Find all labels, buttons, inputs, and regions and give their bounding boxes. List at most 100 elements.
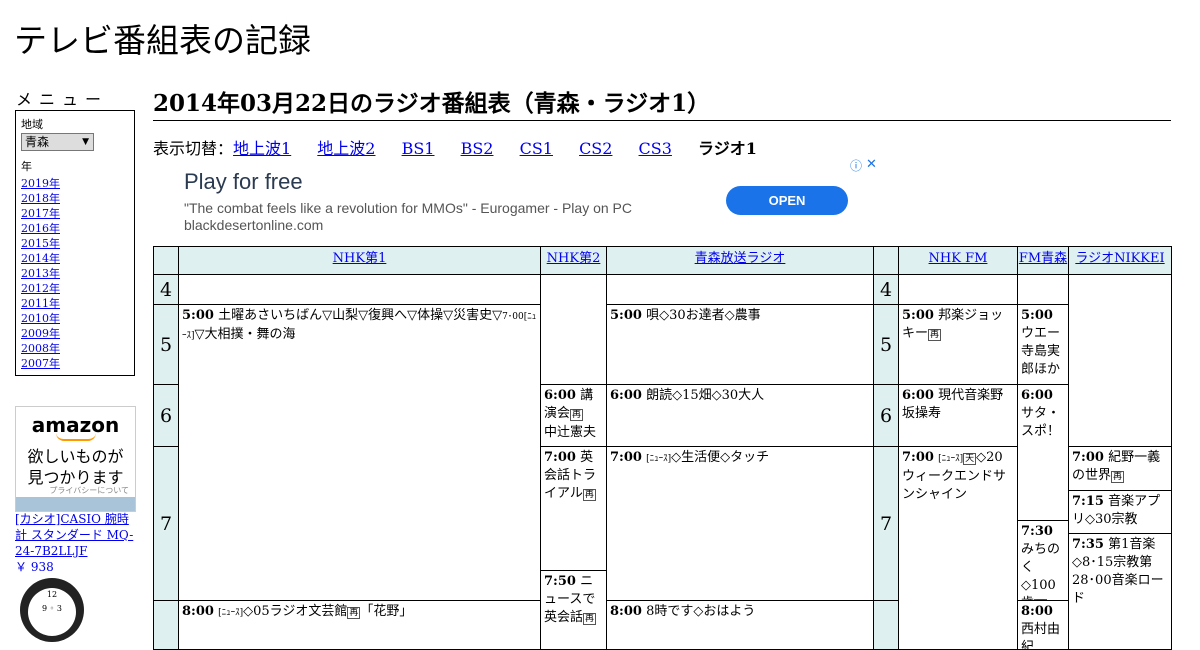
program-title-rest: ▽大相撲・舞の海	[194, 327, 296, 342]
ad-scroll-bar[interactable]	[16, 497, 135, 511]
watch-image[interactable]: 12 9 ◦ 3	[20, 578, 84, 642]
hour-cell: 4	[153, 274, 179, 305]
program-cell[interactable]: 5:00 ウエー寺島実郎ほか	[1017, 304, 1069, 385]
program-note: [ﾆｭｰｽ]	[218, 608, 244, 618]
hour-cell: 5	[873, 304, 899, 385]
program-cell-empty	[540, 274, 607, 385]
channel-header-nhk2: NHK第2	[540, 246, 607, 275]
year-link[interactable]: 2019年	[21, 176, 134, 191]
program-time: 8:00	[1021, 604, 1053, 619]
program-cell[interactable]: 6:00 サタ・スポ！	[1017, 384, 1069, 521]
program-cell[interactable]: 7:35 第1音楽◇8･15宗教第28･00音楽ロード	[1068, 533, 1172, 650]
program-cell[interactable]: 5:00 唄◇30お達者◇農事	[606, 304, 874, 385]
amazon-tagline: 欲しいものが 見つかります	[16, 446, 135, 488]
program-cell-empty	[1017, 274, 1069, 305]
program-cell[interactable]: 7:00 [ﾆｭｰｽ]◇生活便◇タッチ	[606, 446, 874, 601]
hour-cell: 4	[873, 274, 899, 305]
program-time: 7:15	[1072, 494, 1104, 509]
product-link[interactable]: [カシオ]CASIO 腕時計 スタンダード MQ-24-7B2LLJF	[15, 512, 133, 558]
site-title: テレビ番組表の記録	[14, 21, 311, 60]
program-title: 土曜あさいちばん▽山梨▽復興へ▽体操▽災害史▽	[218, 308, 503, 323]
program-cell[interactable]: 7:00 英会話トライアル再	[540, 446, 607, 571]
program-title: ウエー寺島実郎ほか	[1021, 326, 1061, 377]
program-grid: NHK第1 NHK第2 青森放送ラジオ NHK FM FM青森 ラジオNIKKE…	[153, 246, 1172, 650]
year-link[interactable]: 2018年	[21, 191, 134, 206]
program-cell[interactable]: 8:00 8時です◇おはよう	[606, 600, 874, 650]
amazon-ad[interactable]: amazon 欲しいものが 見つかります プライバシーについて	[15, 406, 136, 512]
program-cell[interactable]: 5:00 邦楽ジョッキー再	[898, 304, 1018, 385]
program-time: 7:50	[544, 574, 576, 589]
corner-cell	[873, 246, 899, 275]
year-link[interactable]: 2008年	[21, 341, 134, 356]
channel-link[interactable]: FM青森	[1019, 251, 1067, 266]
program-cell[interactable]: 6:00 講演会再 中辻憲夫	[540, 384, 607, 447]
year-link[interactable]: 2010年	[21, 311, 134, 326]
year-link[interactable]: 2017年	[21, 206, 134, 221]
program-time: 7:00	[610, 450, 642, 465]
program-cell[interactable]: 5:00 土曜あさいちばん▽山梨▽復興へ▽体操▽災害史▽7･00[ﾆｭｰｽ]▽大…	[178, 304, 541, 601]
channel-header-nhk1: NHK第1	[178, 246, 541, 275]
program-time: 6:00	[610, 388, 642, 403]
program-title: 唄◇30お達者◇農事	[646, 308, 761, 323]
channel-link[interactable]: 青森放送ラジオ	[695, 251, 786, 266]
year-link[interactable]: 2011年	[21, 296, 134, 311]
program-time: 7:35	[1072, 537, 1104, 552]
hour-cell: 7	[873, 446, 899, 601]
program-cell[interactable]: 6:00 朗読◇15畑◇30大人	[606, 384, 874, 447]
hour-cell	[153, 600, 179, 650]
channel-link[interactable]: ラジオNIKKEI	[1075, 251, 1164, 266]
rerun-icon: 再	[347, 607, 361, 619]
program-time: 5:00	[610, 308, 642, 323]
program-cell[interactable]: 7:15 音楽アプリ◇30宗教	[1068, 490, 1172, 534]
region-select[interactable]: 青森 ▼	[21, 133, 94, 151]
program-title: ◇生活便◇タッチ	[671, 450, 770, 465]
program-cell[interactable]: 7:30 みちのく◇100歳再	[1017, 520, 1069, 601]
google-ad[interactable]: Play for free "The combat feels like a r…	[153, 156, 881, 244]
rerun-icon: 再	[583, 613, 597, 625]
year-link[interactable]: 2007年	[21, 356, 134, 371]
page-title: 2014年03月22日のラジオ番組表（青森・ラジオ1）	[153, 84, 1171, 121]
menu-box: 地域 青森 ▼ 年 2019年 2018年 2017年 2016年 2015年 …	[15, 110, 135, 376]
ad-headline[interactable]: Play for free	[184, 169, 303, 195]
program-time: 5:00	[1021, 308, 1053, 323]
program-time: 8:00	[610, 604, 642, 619]
year-link[interactable]: 2009年	[21, 326, 134, 341]
channel-link[interactable]: NHK FM	[929, 251, 988, 266]
watch-face-icon: 12 9 ◦ 3	[28, 588, 76, 636]
year-link[interactable]: 2014年	[21, 251, 134, 266]
ad-close-icon[interactable]: ✕	[866, 156, 877, 172]
program-time: 7:00	[1072, 450, 1104, 465]
year-link[interactable]: 2012年	[21, 281, 134, 296]
program-title: ◇05ラジオ文芸館	[243, 604, 348, 619]
program-cell-empty	[898, 274, 1018, 305]
program-cell[interactable]: 8:00 [ﾆｭｰｽ]◇05ラジオ文芸館再「花野」	[178, 600, 541, 650]
year-link[interactable]: 2013年	[21, 266, 134, 281]
hour-cell	[873, 600, 899, 650]
program-cell[interactable]: 7:50 ニュースで英会話再	[540, 570, 607, 650]
program-cell[interactable]: 7:00 [ﾆｭｰｽ] 天 ◇20ウィークエンドサンシャイン	[898, 446, 1018, 650]
privacy-link[interactable]: プライバシーについて	[49, 485, 129, 496]
amazon-logo: amazon	[31, 413, 120, 437]
channel-link[interactable]: NHK第1	[333, 251, 387, 266]
ad-url[interactable]: blackdesertonline.com	[184, 217, 323, 233]
ad-info-icon[interactable]: ⓘ	[850, 157, 862, 174]
program-title-rest: 「花野」	[360, 604, 413, 619]
program-cell[interactable]: 6:00 現代音楽野坂操寿	[898, 384, 1018, 447]
program-cell[interactable]: 8:00 西村由紀	[1017, 600, 1069, 650]
amazon-product[interactable]: [カシオ]CASIO 腕時計 スタンダード MQ-24-7B2LLJF ￥ 93…	[15, 511, 135, 575]
program-time: 6:00	[1021, 388, 1053, 403]
weather-icon: 天	[963, 453, 977, 465]
channel-link[interactable]: NHK第2	[547, 251, 601, 266]
hour-cell: 5	[153, 304, 179, 385]
program-time: 7:00	[902, 450, 934, 465]
program-title: 西村由紀	[1021, 622, 1061, 650]
ad-open-button[interactable]: OPEN	[726, 186, 848, 215]
tagline-line-1: 欲しいものが	[27, 447, 124, 466]
program-time: 6:00	[544, 388, 576, 403]
year-link[interactable]: 2016年	[21, 221, 134, 236]
program-time: 7:30	[1021, 524, 1053, 539]
channel-header-rab: 青森放送ラジオ	[606, 246, 874, 275]
program-cell[interactable]: 7:00 紀野一義の世界再	[1068, 446, 1172, 491]
year-link[interactable]: 2015年	[21, 236, 134, 251]
program-title: 朗読◇15畑◇30大人	[646, 388, 765, 403]
